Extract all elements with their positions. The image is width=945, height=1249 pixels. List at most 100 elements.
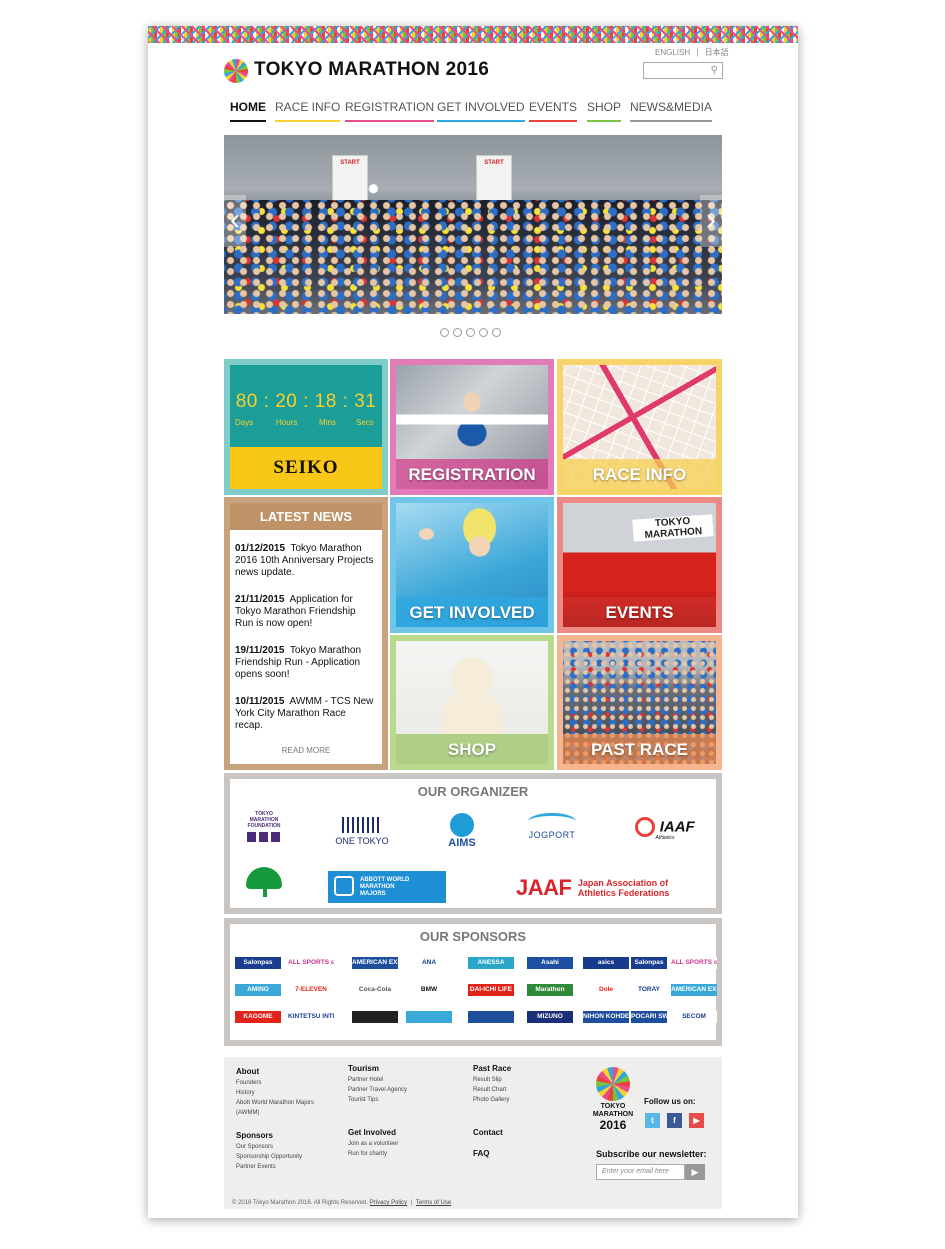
- events-tile[interactable]: TOKYO MARATHON EVENTS: [557, 497, 722, 633]
- sponsor-logo[interactable]: Dole: [583, 984, 629, 996]
- newsletter-email-input[interactable]: Enter your email here: [596, 1164, 685, 1180]
- footer-link[interactable]: Partner Events: [236, 1164, 314, 1170]
- copyright: © 2016 Tokyo Marathon 2016. All Rights R…: [232, 1200, 452, 1206]
- sponsor-logo[interactable]: NIHON KOHDEN: [583, 1011, 629, 1023]
- footer-link[interactable]: Tourist Tips: [348, 1097, 407, 1103]
- carousel-next-arrow-icon[interactable]: ›: [700, 195, 722, 247]
- footer-link[interactable]: Sponsorship Opportunity: [236, 1154, 314, 1160]
- footer-link[interactable]: Partner Hotel: [348, 1077, 407, 1083]
- news-item[interactable]: 19/11/2015 Tokyo Marathon Friendship Run…: [235, 645, 374, 681]
- terms-of-use-link[interactable]: Terms of Use: [416, 1200, 451, 1206]
- tokyo-metropolitan-ginkgo-logo[interactable]: [246, 867, 284, 901]
- sponsor-logo[interactable]: Asahi: [527, 957, 573, 969]
- one-tokyo-logo[interactable]: ONE TOKYO: [326, 817, 398, 846]
- sponsor-logo[interactable]: DAI-ICHI LIFE: [468, 984, 514, 996]
- get-involved-tile[interactable]: GET INVOLVED: [390, 497, 554, 633]
- past-race-tile[interactable]: PAST RACE: [557, 635, 722, 770]
- seiko-logo[interactable]: SEIKO: [230, 447, 382, 489]
- nav-registration[interactable]: REGISTRATION: [345, 100, 435, 122]
- sponsor-logo[interactable]: ANESSA: [468, 957, 514, 969]
- sponsor-logo[interactable]: ALL SPORTS community: [671, 957, 717, 969]
- sponsor-logo[interactable]: Marathon: [527, 984, 573, 996]
- footer-link[interactable]: Founders: [236, 1080, 314, 1086]
- nav-get-involved[interactable]: GET INVOLVED: [437, 100, 525, 122]
- carousel-prev-arrow-icon[interactable]: ‹: [224, 195, 246, 247]
- nav-events[interactable]: EVENTS: [529, 100, 578, 122]
- search-icon[interactable]: ⚲: [711, 65, 718, 76]
- footer-contact-link[interactable]: Contact: [473, 1128, 511, 1137]
- footer-link[interactable]: History: [236, 1090, 314, 1096]
- race-info-label: RACE INFO: [563, 459, 716, 489]
- sponsor-logo[interactable]: Coca-Cola: [352, 984, 398, 996]
- sponsor-logo[interactable]: [406, 1011, 452, 1023]
- carousel-dot[interactable]: [479, 328, 488, 337]
- registration-tile[interactable]: REGISTRATION: [390, 359, 554, 495]
- footer-link[interactable]: Partner Travel Agency: [348, 1087, 407, 1093]
- footer-heading: About: [236, 1067, 260, 1076]
- news-item[interactable]: 01/12/2015 Tokyo Marathon 2016 10th Anni…: [235, 543, 374, 579]
- hero-carousel[interactable]: START START ‹ ›: [224, 135, 722, 314]
- shop-tile[interactable]: SHOP: [390, 635, 554, 770]
- sponsor-logo[interactable]: [352, 1011, 398, 1023]
- footer-link[interactable]: Abott World Marathon Majors: [236, 1100, 314, 1106]
- news-item[interactable]: 10/11/2015 AWMM - TCS New York City Mara…: [235, 696, 374, 732]
- nav-race-info[interactable]: RACE INFO: [275, 100, 341, 122]
- sponsor-logo[interactable]: AMERICAN EXPRESS: [352, 957, 398, 969]
- sponsor-logo[interactable]: KINTETSU INTERNATIONAL: [288, 1011, 334, 1023]
- past-race-label: PAST RACE: [563, 734, 716, 764]
- sponsor-logo[interactable]: ANA: [406, 957, 452, 969]
- tokyo-marathon-banner: TOKYO MARATHON: [632, 514, 714, 542]
- sponsor-logo[interactable]: 7-ELEVEN: [288, 984, 334, 996]
- sponsor-logo[interactable]: Salonpas: [235, 957, 281, 969]
- carousel-dot[interactable]: [492, 328, 501, 337]
- news-item[interactable]: 21/11/2015 Application for Tokyo Maratho…: [235, 594, 374, 630]
- footer-link[interactable]: Result Slip: [473, 1077, 511, 1083]
- site-title[interactable]: TOKYO MARATHON 2016: [254, 59, 489, 81]
- nav-home[interactable]: HOME: [230, 100, 266, 122]
- footer-link[interactable]: Run for charity: [348, 1151, 407, 1157]
- nav-shop[interactable]: SHOP: [587, 100, 622, 122]
- footer-link[interactable]: (AWMM): [236, 1110, 314, 1116]
- organizer-section: OUR ORGANIZER TOKYO MARATHON FOUNDATION …: [224, 773, 722, 914]
- sponsor-logo[interactable]: AMINO: [235, 984, 281, 996]
- sponsor-logo[interactable]: POCARI SWEAT: [631, 1011, 667, 1023]
- footer-faq-link[interactable]: FAQ: [473, 1149, 511, 1158]
- facebook-icon[interactable]: f: [667, 1113, 682, 1128]
- sponsor-logo[interactable]: MIZUNO: [527, 1011, 573, 1023]
- countdown-panel: 80 : 20 : 18 : 31 Days Hours Mins Secs: [230, 365, 382, 449]
- aims-logo[interactable]: AIMS: [440, 813, 484, 849]
- abbott-world-marathon-majors-logo[interactable]: ABBOTT WORLD MARATHON MAJORS: [328, 871, 446, 903]
- nav-news-media[interactable]: NEWS&MEDIA: [630, 100, 713, 122]
- lang-english-link[interactable]: ENGLISH: [655, 48, 690, 57]
- carousel-dot[interactable]: [440, 328, 449, 337]
- jogport-logo[interactable]: JOGPORT: [522, 813, 582, 840]
- sponsor-logo[interactable]: BMW: [406, 984, 452, 996]
- sponsor-logo[interactable]: AMERICAN EXPRESS: [671, 984, 717, 996]
- footer-link[interactable]: Join as a volunteer: [348, 1141, 407, 1147]
- footer-link[interactable]: Result Chart: [473, 1087, 511, 1093]
- iaaf-logo[interactable]: IAAF Athletics: [628, 817, 702, 841]
- footer-link[interactable]: Photo Gallery: [473, 1097, 511, 1103]
- sponsor-logo[interactable]: ALL SPORTS community: [288, 957, 334, 969]
- news-list: 01/12/2015 Tokyo Marathon 2016 10th Anni…: [235, 543, 374, 747]
- sponsor-logo[interactable]: [468, 1011, 514, 1023]
- sponsor-logo[interactable]: TORAY: [631, 984, 667, 996]
- carousel-dot[interactable]: [466, 328, 475, 337]
- tokyo-marathon-foundation-logo[interactable]: TOKYO MARATHON FOUNDATION: [244, 811, 284, 842]
- newsletter-submit-button[interactable]: ▶: [685, 1164, 705, 1180]
- search-input[interactable]: ⚲: [643, 62, 723, 79]
- sponsor-logo[interactable]: SECOM: [671, 1011, 717, 1023]
- sponsor-logo[interactable]: Salonpas: [631, 957, 667, 969]
- tokyo-marathon-logo-icon[interactable]: [224, 59, 248, 83]
- sponsor-logo[interactable]: KAGOME: [235, 1011, 281, 1023]
- sponsor-logo[interactable]: asics: [583, 957, 629, 969]
- carousel-dot[interactable]: [453, 328, 462, 337]
- twitter-icon[interactable]: t: [645, 1113, 660, 1128]
- footer-link[interactable]: Our Sponsors: [236, 1144, 314, 1150]
- jaaf-logo[interactable]: JAAF Japan Association of Athletics Feder…: [516, 875, 708, 901]
- race-info-tile[interactable]: RACE INFO: [557, 359, 722, 495]
- youtube-icon[interactable]: ▶: [689, 1113, 704, 1128]
- privacy-policy-link[interactable]: Privacy Policy: [370, 1200, 407, 1206]
- read-more-link[interactable]: READ MORE: [230, 746, 382, 755]
- lang-japanese-link[interactable]: 日本語: [705, 48, 729, 57]
